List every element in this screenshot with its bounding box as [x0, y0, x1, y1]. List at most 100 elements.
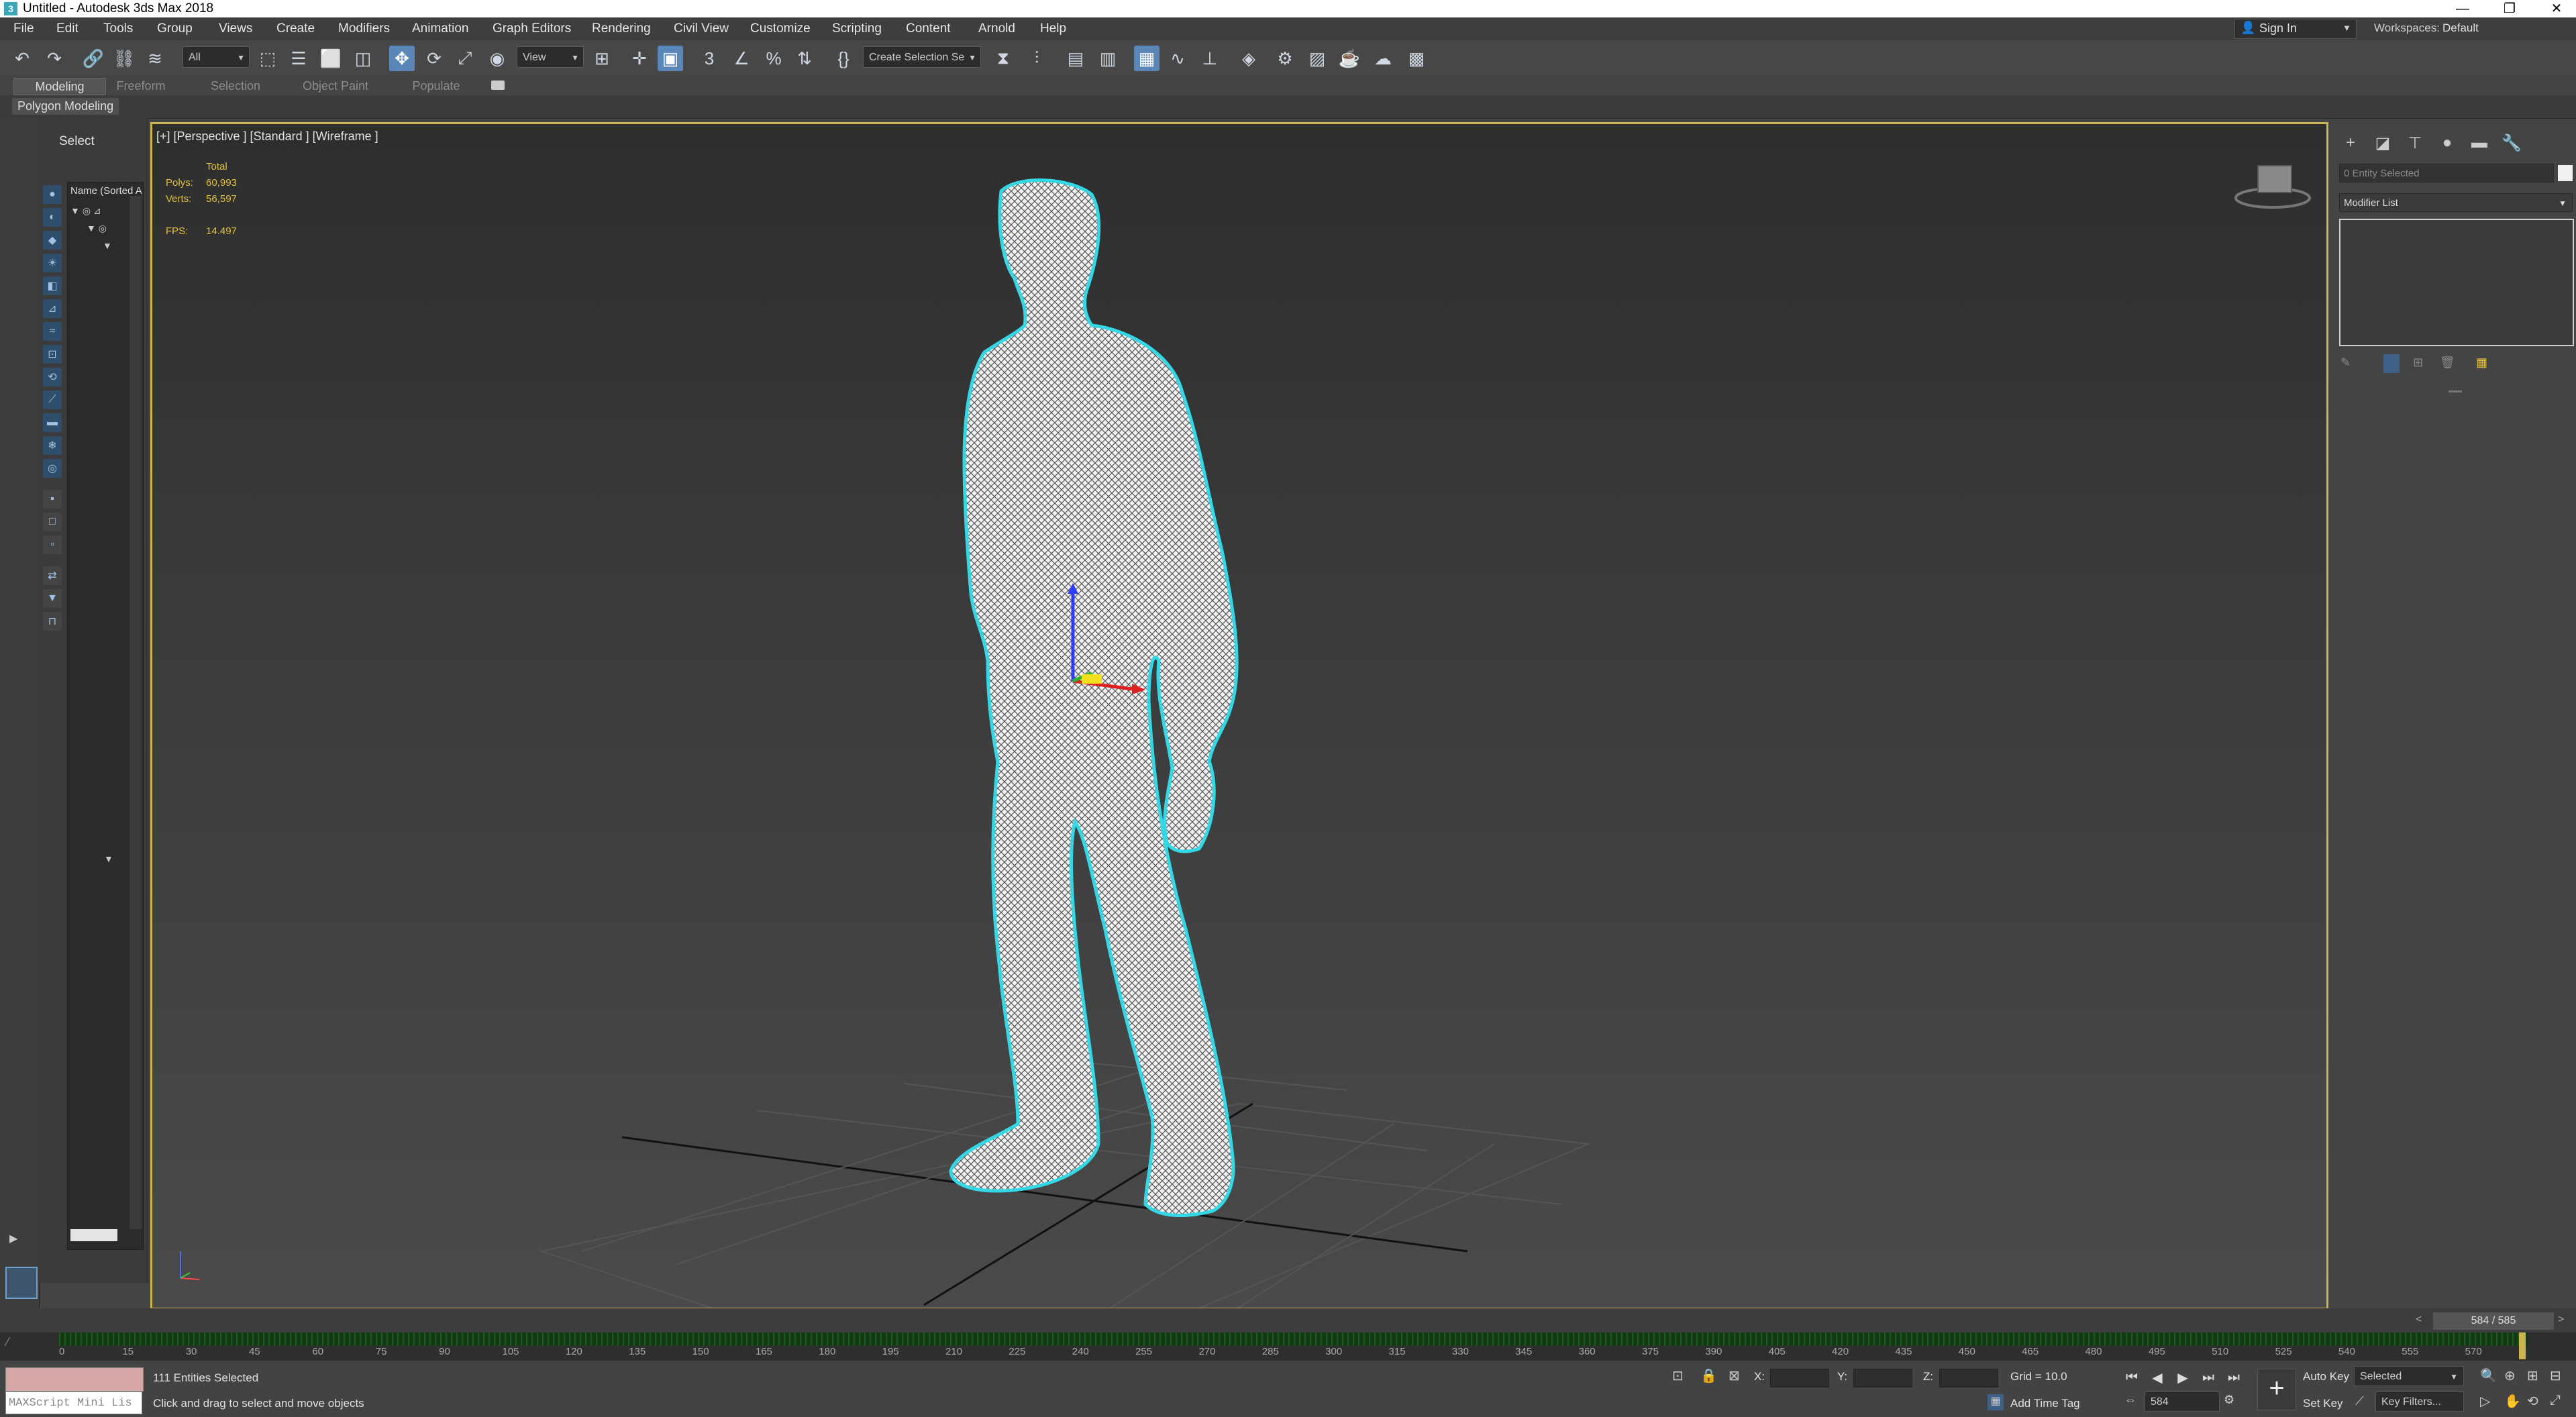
remove-modifier-icon[interactable]: 🗑 — [2440, 356, 2455, 370]
prev-frame-icon[interactable]: < — [2416, 1314, 2432, 1330]
object-color-swatch[interactable] — [2558, 165, 2573, 181]
unlink-icon[interactable]: ⛓ — [111, 46, 137, 71]
display-cameras-icon[interactable]: ◧ — [43, 276, 62, 295]
tree-row[interactable]: ▼ ◎ ⊿ — [70, 205, 101, 217]
render-setup-icon[interactable]: ⚙ — [1272, 46, 1298, 71]
orbit-icon[interactable]: ⟲ — [2527, 1393, 2538, 1410]
polygon-modeling-label[interactable]: Polygon Modeling — [12, 98, 119, 115]
key-mode-dropdown[interactable]: Selected ▼ — [2354, 1366, 2464, 1386]
time-tag-icon[interactable]: ▦ — [1988, 1394, 2004, 1410]
x-coordinate-field[interactable] — [1770, 1369, 1829, 1387]
menu-edit[interactable]: Edit — [56, 21, 79, 36]
display-groups-icon[interactable]: ⊡ — [43, 345, 62, 364]
spinner-snap-icon[interactable]: ⇅ — [792, 46, 817, 71]
key-mode-toggle-icon[interactable]: ⇔ — [2124, 1393, 2136, 1407]
arnold-render-icon[interactable]: ▩ — [1404, 46, 1429, 71]
panel-divider[interactable] — [2449, 390, 2462, 392]
curve-editor-toggle-icon[interactable]: ⁄ — [7, 1335, 47, 1351]
show-end-result-icon[interactable] — [2383, 354, 2400, 373]
display-hidden-icon[interactable]: ◎ — [43, 459, 62, 478]
zoom-all-icon[interactable]: ⊕ — [2504, 1367, 2516, 1384]
next-frame-icon[interactable]: > — [2558, 1314, 2574, 1330]
hierarchy-tab-icon[interactable]: ⊤ — [2404, 132, 2426, 154]
close-button[interactable]: ✕ — [2536, 0, 2576, 17]
auto-key-button[interactable]: Auto Key — [2303, 1370, 2349, 1383]
field-of-view-icon[interactable]: ▷ — [2480, 1393, 2490, 1410]
menu-help[interactable]: Help — [1040, 21, 1066, 36]
maximize-button[interactable]: ❐ — [2489, 0, 2530, 17]
toggle-layer-explorer-icon[interactable]: ▥ — [1095, 46, 1121, 71]
menu-rendering[interactable]: Rendering — [592, 21, 651, 36]
menu-customize[interactable]: Customize — [750, 21, 811, 36]
tab-object-paint[interactable]: Object Paint — [295, 78, 376, 94]
named-selection-dropdown[interactable]: Create Selection Se ▼ — [863, 46, 981, 68]
workspaces-dropdown[interactable]: Default — [2442, 21, 2479, 35]
object-name-field[interactable]: 0 Entity Selected — [2339, 164, 2554, 182]
expand-icon[interactable]: ▶ — [9, 1232, 25, 1248]
key-filters-button[interactable]: Key Filters... — [2375, 1392, 2464, 1412]
tab-modeling[interactable]: Modeling — [13, 78, 106, 95]
material-editor-icon[interactable]: ◈ — [1236, 46, 1261, 71]
minimize-button[interactable]: — — [2442, 0, 2483, 17]
curve-editor-icon[interactable]: ∿ — [1165, 46, 1190, 71]
filter-icon[interactable]: ▼ — [43, 589, 62, 608]
pin-stack-icon[interactable]: ✎ — [2340, 356, 2351, 370]
scroll-arrow-icon[interactable]: ▼ — [104, 853, 113, 864]
sync-selection-icon[interactable]: ⇄ — [43, 566, 62, 585]
zoom-extents-icon[interactable]: ⊞ — [2527, 1367, 2538, 1384]
modify-tab-icon[interactable]: ◪ — [2371, 132, 2394, 154]
select-all-icon[interactable]: ▪ — [43, 490, 62, 509]
display-geometry-icon[interactable]: ◐ — [43, 208, 62, 227]
selection-lock-icon[interactable]: 🔒 — [1700, 1367, 1717, 1384]
menu-file[interactable]: File — [13, 21, 34, 36]
maxscript-listener[interactable] — [5, 1367, 144, 1392]
previous-frame-icon[interactable]: ◀ — [2147, 1367, 2167, 1387]
select-and-rotate-icon[interactable]: ⟳ — [421, 46, 447, 71]
next-frame-icon[interactable]: ⏭ — [2198, 1367, 2218, 1387]
display-none-icon[interactable]: ● — [43, 185, 62, 204]
scene-list[interactable]: Name (Sorted A ▼ ◎ ⊿ ▼ ◎ ▼ ▼ — [67, 182, 144, 1250]
manipulate-icon[interactable]: ✛ — [627, 46, 652, 71]
rectangular-selection-icon[interactable]: ⬜ — [318, 46, 344, 71]
menu-create[interactable]: Create — [276, 21, 315, 36]
tree-row[interactable]: ▼ — [103, 240, 112, 251]
tree-row[interactable]: ▼ ◎ — [87, 223, 107, 234]
display-shapes-icon[interactable]: ◆ — [43, 231, 62, 250]
isolate-selection-icon[interactable]: ⊡ — [1672, 1367, 1684, 1384]
absolute-mode-icon[interactable]: ⊠ — [1729, 1367, 1740, 1384]
utilities-tab-icon[interactable]: 🔧 — [2500, 132, 2523, 154]
menu-content[interactable]: Content — [906, 21, 951, 36]
go-to-end-icon[interactable]: ⏭ — [2224, 1367, 2244, 1387]
track-bar[interactable]: ⁄ 0 15 30 45 60 75 90 105 120 135 150 165 180 195 210 2… — [0, 1332, 2576, 1361]
schematic-view-icon[interactable]: ⊥ — [1197, 46, 1223, 71]
modifier-list-dropdown[interactable]: Modifier List ▼ — [2339, 193, 2573, 212]
tab-populate[interactable]: Populate — [403, 78, 470, 94]
maximize-viewport-icon[interactable]: ⤢ — [2550, 1393, 2561, 1408]
render-in-cloud-icon[interactable]: ☁ — [1370, 46, 1396, 71]
menu-group[interactable]: Group — [157, 21, 193, 36]
rendered-frame-window-icon[interactable]: ▨ — [1304, 46, 1330, 71]
play-icon[interactable]: ▶ — [2173, 1367, 2193, 1387]
menu-civil-view[interactable]: Civil View — [674, 21, 729, 36]
display-lights-icon[interactable]: ☀ — [43, 254, 62, 272]
snaps-toggle-icon[interactable]: 3 — [697, 46, 722, 71]
menu-arnold[interactable]: Arnold — [978, 21, 1015, 36]
sign-in-dropdown[interactable]: 👤 Sign In ▼ — [2234, 19, 2357, 39]
configure-modifier-sets-icon[interactable]: ▦ — [2476, 356, 2487, 370]
select-invert-icon[interactable]: ▫ — [43, 535, 62, 554]
display-xrefs-icon[interactable]: ⟲ — [43, 368, 62, 386]
select-and-scale-icon[interactable]: ⤢ — [452, 46, 478, 71]
toggle-scene-explorer-icon[interactable]: ▤ — [1063, 46, 1088, 71]
percent-snap-icon[interactable]: % — [761, 46, 786, 71]
select-and-move-icon[interactable]: ✥ — [389, 46, 415, 71]
pan-view-icon[interactable]: ✋ — [2504, 1393, 2521, 1410]
default-tangents-icon[interactable]: ⟋ — [2355, 1394, 2364, 1408]
z-coordinate-field[interactable] — [1939, 1369, 1998, 1387]
edit-named-selection-icon[interactable]: {} — [831, 46, 856, 71]
set-key-button[interactable]: Set Key — [2303, 1397, 2343, 1410]
mirror-icon[interactable]: ⧗ — [990, 46, 1016, 71]
keyframe-track[interactable] — [59, 1332, 2528, 1346]
display-containers-icon[interactable]: ▬ — [43, 413, 62, 432]
redo-icon[interactable]: ↷ — [42, 46, 67, 71]
zoom-icon[interactable]: 🔍 — [2480, 1367, 2497, 1384]
